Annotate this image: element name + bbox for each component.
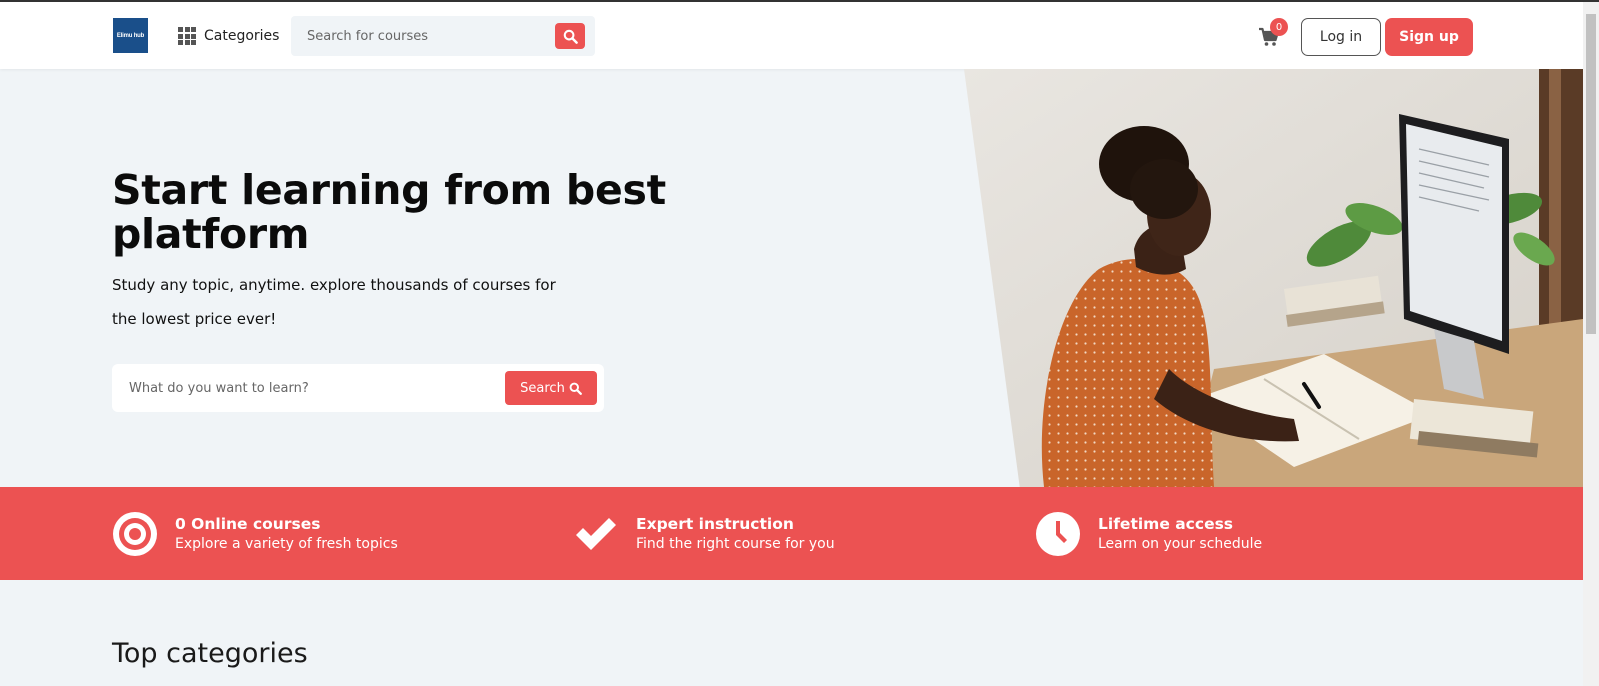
check-icon	[573, 511, 619, 557]
features-band: 0 Online courses Explore a variety of fr…	[0, 487, 1583, 580]
scrollbar-thumb[interactable]	[1586, 14, 1596, 334]
hero-search-input[interactable]	[112, 364, 492, 412]
header-search-box	[291, 16, 595, 56]
search-icon	[569, 382, 582, 395]
feature-desc: Explore a variety of fresh topics	[175, 536, 398, 552]
header-search-button[interactable]	[555, 23, 585, 49]
hero-image	[964, 69, 1583, 487]
feature-expert-instruction: Expert instruction Find the right course…	[573, 509, 835, 559]
signup-button[interactable]: Sign up	[1385, 18, 1473, 56]
cart-count-badge: 0	[1270, 18, 1288, 36]
hero-search-button-label: Search	[520, 380, 565, 396]
feature-title: Lifetime access	[1098, 515, 1234, 533]
categories-label: Categories	[204, 28, 280, 44]
login-button[interactable]: Log in	[1301, 18, 1381, 56]
hero-title: Start learning from best platform	[112, 166, 666, 258]
clock-icon	[1035, 511, 1081, 557]
top-categories-heading: Top categories	[112, 638, 308, 669]
feature-desc: Find the right course for you	[636, 536, 835, 552]
logo-text: Elimu hub	[116, 32, 145, 39]
feature-title: Expert instruction	[636, 515, 794, 533]
feature-desc: Learn on your schedule	[1098, 536, 1263, 552]
top-navbar: Elimu hub Categories 0 Log in Sign up	[0, 2, 1583, 69]
grid-icon	[178, 27, 198, 45]
site-logo[interactable]: Elimu hub	[113, 18, 148, 53]
hero-subtitle: Study any topic, anytime. explore thousa…	[112, 276, 556, 328]
search-icon	[563, 29, 578, 44]
page-scrollbar[interactable]	[1583, 2, 1599, 686]
target-icon	[112, 511, 158, 557]
feature-lifetime-access: Lifetime access Learn on your schedule	[1035, 509, 1262, 559]
hero-search-button[interactable]: Search	[505, 371, 597, 405]
hero-search-box: Search	[112, 364, 604, 412]
feature-title: 0 Online courses	[175, 515, 321, 533]
feature-online-courses: 0 Online courses Explore a variety of fr…	[112, 509, 398, 559]
header-search-input[interactable]	[291, 16, 551, 56]
categories-menu-button[interactable]: Categories	[178, 25, 279, 47]
